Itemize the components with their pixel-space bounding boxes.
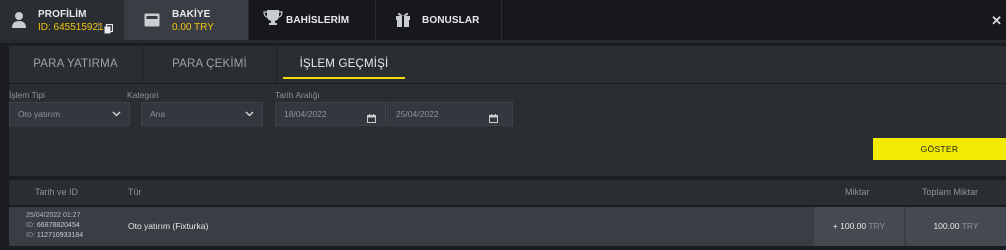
tab-profile-label: PROFİLİM xyxy=(38,9,87,20)
column-type: Tür xyxy=(128,187,142,197)
id-separator xyxy=(98,22,99,31)
category-select[interactable]: Ana xyxy=(141,102,263,126)
date-from-value: 18/04/2022 xyxy=(284,109,327,119)
transaction-datetime: 25/04/2022 01:27 xyxy=(26,212,81,219)
transaction-date-id: 25/04/2022 01:27 ID: 66878820454 ID: 112… xyxy=(26,212,84,239)
trophy-icon xyxy=(262,9,284,31)
transaction-id: 66878820454 xyxy=(36,222,80,229)
calendar-icon xyxy=(489,109,498,123)
user-id: ID: 645515921 xyxy=(38,22,104,33)
filter-category-label: Kategori xyxy=(127,90,159,100)
column-date-id: Tarih ve ID xyxy=(35,187,79,197)
balance-amount: 0.00 TRY xyxy=(172,22,214,33)
chevron-down-icon xyxy=(112,103,121,134)
category-value: Ana xyxy=(150,109,166,119)
tab-bets[interactable]: BAHİSLERİM xyxy=(248,0,375,40)
chevron-down-icon xyxy=(245,103,254,134)
tab-bonus[interactable]: BONUSLAR xyxy=(375,0,502,40)
table-row[interactable]: 25/04/2022 01:27 ID: 66878820454 ID: 112… xyxy=(9,207,1006,246)
subtab-deposit[interactable]: PARA YATIRMA xyxy=(9,46,143,83)
subtab-bar: PARA YATIRMA PARA ÇEKİMİ İŞLEM GEÇMİŞİ xyxy=(9,46,1006,84)
subtab-history[interactable]: İŞLEM GEÇMİŞİ xyxy=(277,46,411,83)
tab-bonus-label: BONUSLAR xyxy=(422,15,480,26)
divider xyxy=(0,40,1006,43)
transaction-total: 100.00 TRY xyxy=(906,207,1006,246)
gift-icon xyxy=(395,11,411,32)
date-from-input[interactable]: 18/04/2022 xyxy=(275,102,386,126)
close-icon[interactable]: ✕ xyxy=(991,13,1002,29)
wallet-icon xyxy=(144,13,160,32)
tab-balance-label: BAKİYE xyxy=(172,9,211,20)
transaction-id: 112710933184 xyxy=(36,232,84,239)
copy-icon[interactable] xyxy=(104,21,114,39)
transaction-type-value: Oto yatırım xyxy=(18,109,61,119)
column-amount: Miktar xyxy=(845,187,870,197)
transaction-type: Oto yatırım (Fixturka) xyxy=(128,221,209,231)
filter-type-label: İşlem Tipi xyxy=(9,90,45,100)
show-button[interactable]: GÖSTER xyxy=(873,138,1006,160)
column-total-amount: Toplam Miktar xyxy=(922,187,979,197)
table-header: Tarih ve ID Tür Miktar Toplam Miktar xyxy=(9,180,1006,205)
subtab-withdraw[interactable]: PARA ÇEKİMİ xyxy=(143,46,277,83)
user-icon xyxy=(12,11,26,33)
top-nav: PROFİLİM ID: 645515921 BAKİYE 0.00 TRY B… xyxy=(0,0,1006,40)
tab-balance[interactable]: BAKİYE 0.00 TRY xyxy=(124,0,248,40)
tab-bets-label: BAHİSLERİM xyxy=(286,15,350,26)
transaction-amount: + 100.00 TRY xyxy=(814,207,904,246)
transaction-panel: PARA YATIRMA PARA ÇEKİMİ İŞLEM GEÇMİŞİ İ… xyxy=(9,46,1006,176)
date-to-input[interactable]: 25/04/2022 xyxy=(387,102,513,126)
calendar-icon xyxy=(367,109,376,123)
filter-date-label: Tarih Aralığı xyxy=(275,90,320,100)
tab-profile[interactable]: PROFİLİM ID: 645515921 xyxy=(0,0,124,40)
date-to-value: 25/04/2022 xyxy=(396,109,439,119)
transaction-type-select[interactable]: Oto yatırım xyxy=(9,102,130,126)
